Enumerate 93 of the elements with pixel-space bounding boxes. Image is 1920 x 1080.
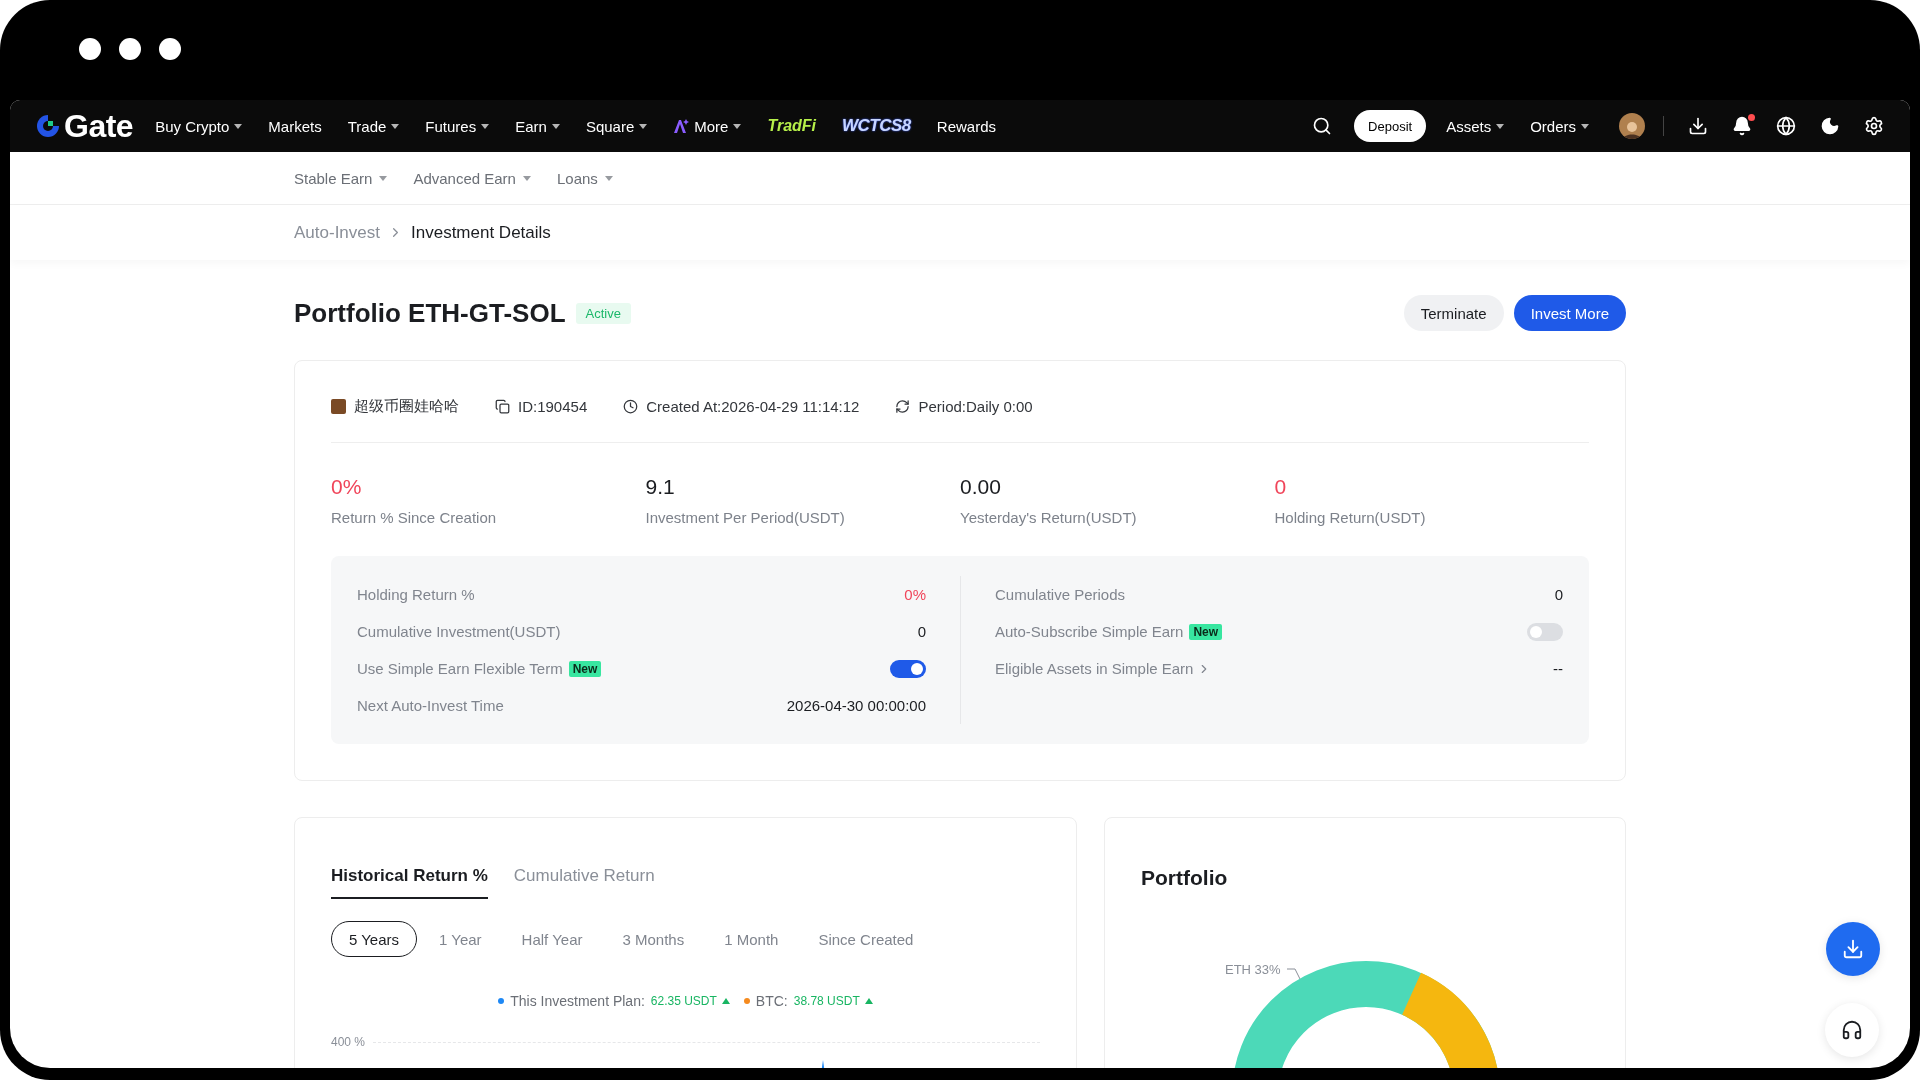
caret-icon xyxy=(639,123,648,129)
terminate-button[interactable]: Terminate xyxy=(1403,295,1504,331)
stat-label: Return % Since Creation xyxy=(331,509,498,526)
legend-value: 62.35 USDT xyxy=(650,994,730,1008)
detail-value: 0 xyxy=(917,623,926,640)
caret-icon xyxy=(522,175,531,181)
meta-text: Created At:2026-04-29 11:14:12 xyxy=(646,398,860,415)
nav-menu[interactable]: Orders xyxy=(1530,117,1589,135)
toggle-switch[interactable] xyxy=(1527,622,1563,641)
new-badge: New xyxy=(1189,623,1223,640)
detail-label: Auto-Subscribe Simple Earn xyxy=(995,623,1184,640)
nav-item[interactable]: Earn xyxy=(515,117,560,135)
stat-label: Investment Per Period(USDT) xyxy=(645,509,846,526)
nav-item[interactable]: Futures xyxy=(425,117,490,135)
caret-icon xyxy=(234,123,243,129)
axis-tick: 400 % xyxy=(331,1035,366,1049)
meta-text: 超级币圈娃哈哈 xyxy=(354,397,459,416)
nav-item[interactable]: Square xyxy=(585,117,648,135)
search-icon[interactable] xyxy=(1312,116,1333,136)
legend-label: BTC: xyxy=(755,993,788,1009)
nav-item[interactable]: TradFi xyxy=(767,117,817,135)
window-dot xyxy=(159,38,181,60)
bell-icon[interactable] xyxy=(1732,116,1752,136)
nav-item[interactable]: Markets xyxy=(268,117,322,135)
caret-icon xyxy=(604,175,613,181)
caret-icon xyxy=(1581,123,1589,129)
caret-icon xyxy=(733,123,742,129)
page-title: Portfolio ETH-GT-SOL xyxy=(294,297,566,329)
detail-label: Cumulative Periods xyxy=(995,586,1126,603)
eligible-assets-link[interactable]: Eligible Assets in Simple Earn xyxy=(995,660,1212,677)
sparkle-icon xyxy=(673,118,690,134)
detail-value: 0 xyxy=(1554,586,1563,603)
window-dot xyxy=(119,38,141,60)
invest-more-button[interactable]: Invest More xyxy=(1513,295,1626,331)
deposit-button[interactable]: Deposit xyxy=(1354,110,1427,142)
clock-icon xyxy=(623,399,639,414)
slice-label: ETH 33% xyxy=(1225,962,1281,977)
toggle-switch[interactable] xyxy=(890,659,926,678)
leader-line xyxy=(1287,968,1301,982)
legend-value: 38.78 USDT xyxy=(793,994,873,1008)
meta-text: ID:190454 xyxy=(518,398,588,415)
settings-icon[interactable] xyxy=(1864,116,1884,136)
subnav-item[interactable]: Advanced Earn xyxy=(413,169,531,187)
logo-icon xyxy=(36,114,60,138)
nav-item[interactable]: More xyxy=(673,117,742,135)
range-button[interactable]: 5 Years xyxy=(331,921,418,957)
detail-value: -- xyxy=(1553,660,1563,677)
portfolio-title: Portfolio xyxy=(1141,866,1229,890)
detail-value: 2026-04-30 00:00:00 xyxy=(786,697,926,714)
headset-icon xyxy=(1841,1019,1863,1041)
new-badge: New xyxy=(568,660,602,677)
caret-icon xyxy=(391,123,400,129)
nav-item[interactable]: Buy Crypto xyxy=(155,117,243,135)
detail-label: Holding Return % xyxy=(357,586,475,603)
avatar[interactable] xyxy=(1619,113,1645,139)
support-button[interactable] xyxy=(1825,1003,1879,1057)
download-icon xyxy=(1842,938,1864,960)
stat-value: 0.00 xyxy=(960,475,1002,499)
nav-item[interactable]: WCTCS8 xyxy=(842,116,911,136)
stat-value: 0 xyxy=(1274,475,1288,499)
caret-icon xyxy=(1496,123,1505,129)
nav-menu[interactable]: Assets xyxy=(1446,117,1505,135)
subnav-item[interactable]: Stable Earn xyxy=(294,169,388,187)
detail-label: Cumulative Investment(USDT) xyxy=(357,623,561,640)
nav-item[interactable]: Trade xyxy=(347,117,400,135)
breadcrumb-link[interactable]: Investment Details xyxy=(411,222,551,243)
subnav-item[interactable]: Loans xyxy=(556,169,613,187)
download-button[interactable] xyxy=(1826,922,1880,976)
stat-label: Yesterday's Return(USDT) xyxy=(960,509,1138,526)
caret-icon xyxy=(551,123,560,129)
globe-icon[interactable] xyxy=(1776,116,1796,136)
stat-value: 9.1 xyxy=(645,475,676,499)
legend-label: This Investment Plan: xyxy=(510,993,645,1009)
up-triangle-icon xyxy=(864,998,873,1004)
detail-label: Next Auto-Invest Time xyxy=(357,697,504,714)
detail-value: 0% xyxy=(904,586,926,603)
status-badge: Active xyxy=(575,302,631,324)
up-triangle-icon xyxy=(721,998,730,1004)
nav-item[interactable]: Rewards xyxy=(936,117,996,135)
caret-icon xyxy=(379,175,388,181)
user-avatar-icon xyxy=(331,399,346,414)
download-icon[interactable] xyxy=(1688,116,1708,136)
meta-text: Period:Daily 0:00 xyxy=(918,398,1033,415)
window-dot xyxy=(79,38,101,60)
copy-icon xyxy=(495,399,510,414)
stat-value: 0% xyxy=(331,475,363,499)
refresh-icon xyxy=(895,399,911,414)
stat-label: Holding Return(USDT) xyxy=(1274,509,1427,526)
moon-icon[interactable] xyxy=(1820,116,1840,136)
caret-icon xyxy=(481,123,490,129)
chart-tab[interactable]: Historical Return % xyxy=(331,866,488,899)
detail-label: Use Simple Earn Flexible Term xyxy=(357,660,563,677)
logo-text: Gate xyxy=(64,107,134,145)
